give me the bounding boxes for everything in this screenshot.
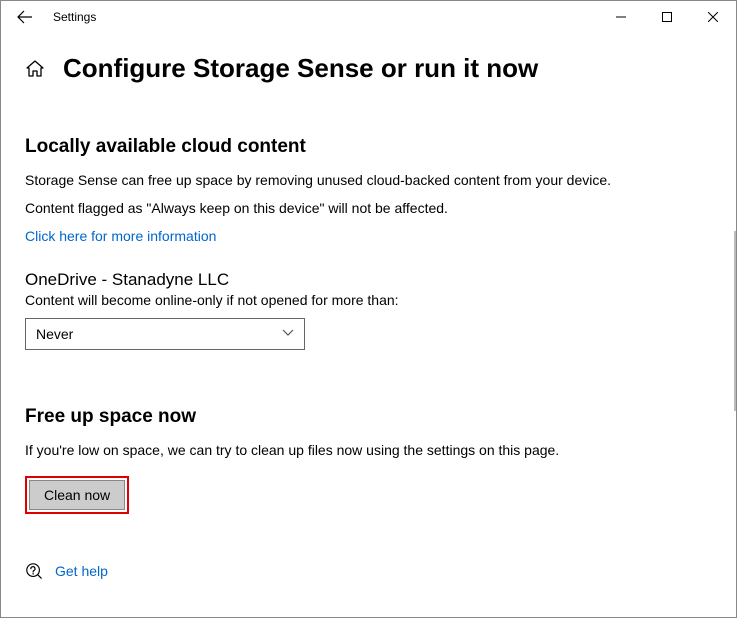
freeup-desc: If you're low on space, we can try to cl… <box>25 442 712 458</box>
clean-now-highlight: Clean now <box>25 476 129 514</box>
cloud-more-info-link[interactable]: Click here for more information <box>25 228 712 244</box>
scrollbar[interactable] <box>734 231 736 411</box>
select-value: Never <box>36 326 73 342</box>
maximize-button[interactable] <box>644 1 690 33</box>
page-title: Configure Storage Sense or run it now <box>63 53 538 84</box>
cloud-text-2: Content flagged as "Always keep on this … <box>25 200 712 216</box>
clean-now-label: Clean now <box>44 487 110 503</box>
close-icon <box>708 12 718 22</box>
maximize-icon <box>662 12 672 22</box>
page-header: Configure Storage Sense or run it now <box>1 33 736 94</box>
window-title: Settings <box>53 10 96 24</box>
cloud-heading: Locally available cloud content <box>25 136 712 158</box>
get-help-link[interactable]: Get help <box>55 563 108 579</box>
cloud-text-1: Storage Sense can free up space by remov… <box>25 172 712 188</box>
minimize-button[interactable] <box>598 1 644 33</box>
arrow-left-icon <box>17 9 33 25</box>
back-button[interactable] <box>9 1 41 33</box>
home-icon[interactable] <box>25 59 45 79</box>
freeup-heading: Free up space now <box>25 406 712 428</box>
content-area: Locally available cloud content Storage … <box>1 136 736 580</box>
help-row: Get help <box>25 562 712 580</box>
titlebar: Settings <box>1 1 736 33</box>
chevron-down-icon <box>282 328 294 340</box>
window-controls <box>598 1 736 33</box>
close-button[interactable] <box>690 1 736 33</box>
minimize-icon <box>616 12 626 22</box>
onedrive-heading: OneDrive - Stanadyne LLC <box>25 270 712 290</box>
onedrive-desc: Content will become online-only if not o… <box>25 292 712 308</box>
clean-now-button[interactable]: Clean now <box>29 480 125 510</box>
help-icon <box>25 562 43 580</box>
onedrive-threshold-select[interactable]: Never <box>25 318 305 350</box>
